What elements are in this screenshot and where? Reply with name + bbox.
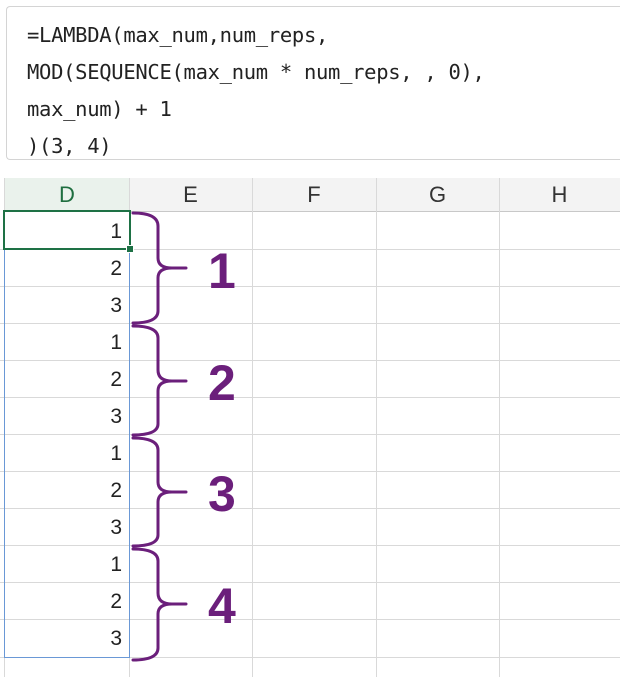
brace-3 xyxy=(131,436,188,548)
group-label-3: 3 xyxy=(208,466,236,522)
brace-4 xyxy=(131,547,188,662)
brace-annotations xyxy=(131,211,188,662)
group-label-2: 2 xyxy=(208,355,236,411)
brace-2 xyxy=(131,324,188,437)
brace-1 xyxy=(131,211,188,325)
group-label-1: 1 xyxy=(208,243,236,299)
group-label-4: 4 xyxy=(208,578,236,634)
